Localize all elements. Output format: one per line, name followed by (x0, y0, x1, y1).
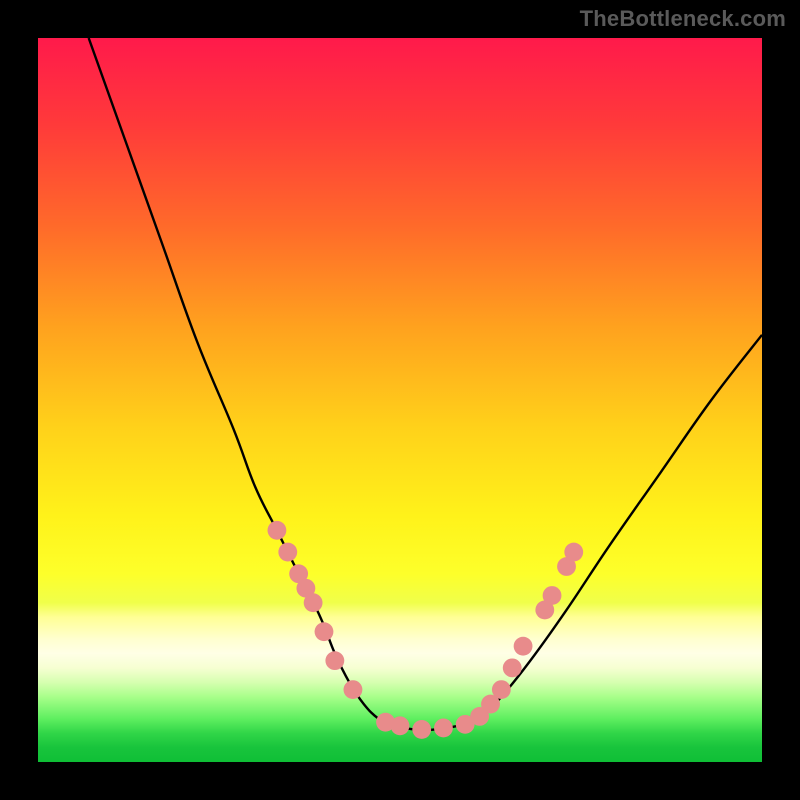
plot-area (38, 38, 762, 762)
data-point (434, 719, 453, 738)
data-point (344, 680, 363, 699)
attribution-label: TheBottleneck.com (580, 6, 786, 32)
data-point (268, 521, 287, 540)
data-point (412, 720, 431, 739)
bottleneck-curve (89, 38, 762, 730)
data-point (543, 586, 562, 605)
data-point (503, 658, 522, 677)
data-point (304, 593, 323, 612)
chart-container: TheBottleneck.com (0, 0, 800, 800)
data-point (514, 637, 533, 656)
curve-layer (38, 38, 762, 762)
data-point (391, 716, 410, 735)
data-point (325, 651, 344, 670)
data-point (315, 622, 334, 641)
data-point (278, 543, 297, 562)
data-point (564, 543, 583, 562)
data-point (492, 680, 511, 699)
